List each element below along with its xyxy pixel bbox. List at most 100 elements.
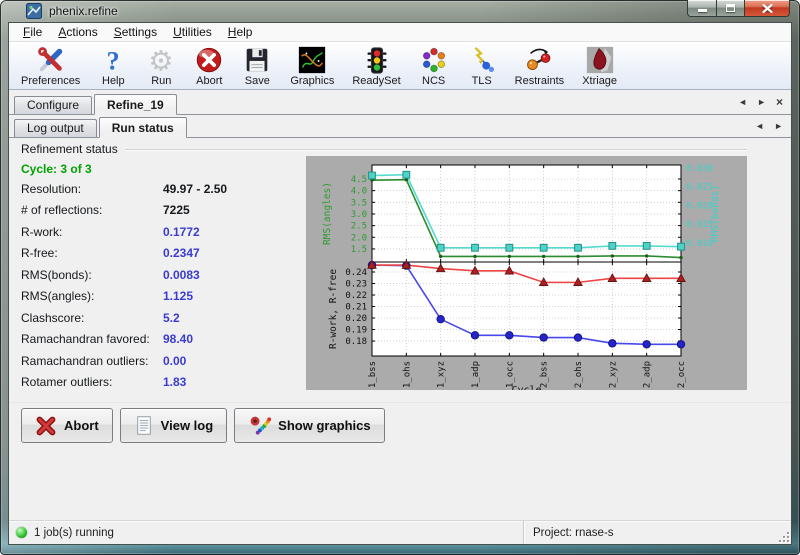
toolbar-label: Graphics [290, 75, 334, 87]
tab-scroll-left-icon[interactable]: ◄ [755, 121, 764, 131]
toolbar-label: Abort [196, 75, 222, 87]
svg-text:RMS(angles): RMS(angles) [322, 182, 333, 245]
close-button[interactable] [744, 0, 790, 17]
menu-settings[interactable]: Settings [106, 23, 165, 41]
status-row-resolution: Resolution: 49.97 - 2.50 [21, 178, 227, 200]
tab-run-status[interactable]: Run status [99, 117, 187, 138]
toolbar-button-ncs[interactable]: NCS [410, 43, 458, 89]
phenix-refine-window: phenix.refine File Actions Settings Util… [0, 0, 800, 555]
statistics-list: Resolution: 49.97 - 2.50 # of reflection… [21, 178, 227, 393]
stat-label: RMS(bonds): [21, 268, 163, 282]
toolbar-button-save[interactable]: Save [233, 43, 281, 89]
show-graphics-button-label: Show graphics [278, 418, 370, 433]
run-status-panel: Refinement status Cycle: 3 of 3 Resoluti… [9, 138, 791, 402]
svg-text:0.22: 0.22 [345, 291, 367, 301]
status-row-rms-angles: RMS(angles): 1.125 [21, 286, 227, 308]
toolbar-button-help[interactable]: ? Help [89, 43, 137, 89]
document-icon [134, 415, 154, 436]
svg-text:1_bss: 1_bss [368, 361, 378, 388]
tab-close-icon[interactable]: × [776, 97, 783, 107]
stat-value: 1.83 [163, 375, 186, 389]
toolbar-button-tls[interactable]: TLS [458, 43, 506, 89]
tab-configure[interactable]: Configure [14, 96, 92, 114]
svg-text:4.5: 4.5 [351, 175, 367, 185]
tls-icon [467, 45, 497, 75]
abort-button[interactable]: Abort [21, 408, 113, 443]
status-row-clashscore: Clashscore: 5.2 [21, 307, 227, 329]
stat-label: # of reflections: [21, 203, 163, 217]
svg-text:1_adp: 1_adp [471, 361, 481, 388]
toolbar-button-run[interactable]: ⚙ Run [137, 43, 185, 89]
svg-text:2_adp: 2_adp [643, 361, 653, 388]
ncs-ring-icon [419, 45, 449, 75]
xtriage-icon [585, 45, 615, 75]
toolbar-button-xtriage[interactable]: Xtriage [573, 43, 626, 89]
svg-text:2.0: 2.0 [351, 233, 367, 243]
toolbar-button-restraints[interactable]: Restraints [506, 43, 574, 89]
svg-text:R-work, R-free: R-work, R-free [328, 269, 339, 349]
stat-label: RMS(angles): [21, 289, 163, 303]
svg-text:2_xyz: 2_xyz [608, 361, 618, 388]
tab-scroll-right-icon[interactable]: ► [774, 121, 783, 131]
cycle-status: Cycle: 3 of 3 [21, 162, 92, 176]
stat-value: 0.0083 [163, 268, 200, 282]
stat-label: Rotamer outliers: [21, 375, 163, 389]
toolbar-button-abort[interactable]: Abort [185, 43, 233, 89]
toolbar-button-graphics[interactable]: Graphics [281, 43, 343, 89]
tab-scroll-right-icon[interactable]: ► [757, 97, 766, 107]
save-floppy-icon [242, 45, 272, 75]
view-log-button[interactable]: View log [120, 408, 228, 443]
svg-text:3.0: 3.0 [351, 210, 367, 220]
stat-label: Clashscore: [21, 311, 163, 325]
empty-area [9, 448, 791, 520]
run-gear-icon: ⚙ [146, 45, 176, 75]
svg-text:⚙: ⚙ [149, 45, 174, 75]
traffic-light-icon [362, 45, 392, 75]
window-title: phenix.refine [49, 4, 118, 18]
status-row-reflections: # of reflections: 7225 [21, 200, 227, 222]
minimize-icon [698, 9, 707, 12]
toolbar-label: Help [102, 75, 125, 87]
job-running-led-icon [16, 527, 27, 538]
abort-x-icon [35, 415, 57, 437]
restraints-icon [524, 45, 554, 75]
maximize-icon [726, 4, 735, 12]
svg-text:3.5: 3.5 [351, 198, 367, 208]
app-icon [26, 3, 42, 19]
stat-value: 0.1772 [163, 225, 200, 239]
sub-tab-bar: Log output Run status ◄ ► [9, 115, 791, 138]
stat-value: 5.2 [163, 311, 180, 325]
stat-label: Resolution: [21, 182, 163, 196]
svg-text:0.23: 0.23 [345, 280, 367, 290]
resize-grip[interactable] [776, 529, 789, 542]
show-graphics-button[interactable]: Show graphics [234, 408, 384, 443]
tab-scroll-left-icon[interactable]: ◄ [738, 97, 747, 107]
toolbar-label: Run [151, 75, 171, 87]
svg-text:2.5: 2.5 [351, 222, 367, 232]
toolbar-button-preferences[interactable]: Preferences [12, 43, 89, 89]
menu-file[interactable]: File [15, 23, 50, 41]
tab-log-output[interactable]: Log output [14, 119, 97, 137]
toolbar-label: Preferences [21, 75, 80, 87]
abort-icon [194, 45, 224, 75]
status-row-rama-favored: Ramachandran favored: 98.40 [21, 329, 227, 351]
toolbar-label: NCS [422, 75, 445, 87]
toolbar: Preferences ? Help ⚙ Run [9, 42, 791, 90]
svg-text:2_occ: 2_occ [677, 361, 687, 388]
sub-tab-controls: ◄ ► [755, 121, 791, 131]
tab-refine-19[interactable]: Refine_19 [94, 94, 177, 115]
action-button-row: Abort View log [9, 402, 791, 448]
maximize-button[interactable] [716, 0, 744, 17]
stat-value: 7225 [163, 203, 190, 217]
project-section: Project: rnase-s [524, 521, 791, 544]
client-area: File Actions Settings Utilities Help Pre… [8, 22, 792, 545]
minimize-button[interactable] [687, 0, 716, 17]
help-icon: ? [98, 45, 128, 75]
refinement-status-title: Refinement status [21, 142, 118, 156]
menu-help[interactable]: Help [220, 23, 261, 41]
menu-utilities[interactable]: Utilities [165, 23, 220, 41]
menu-actions[interactable]: Actions [50, 23, 105, 41]
stat-label: R-work: [21, 225, 163, 239]
refinement-status-caption: Refinement status [21, 142, 747, 156]
toolbar-button-readyset[interactable]: ReadySet [343, 43, 409, 89]
